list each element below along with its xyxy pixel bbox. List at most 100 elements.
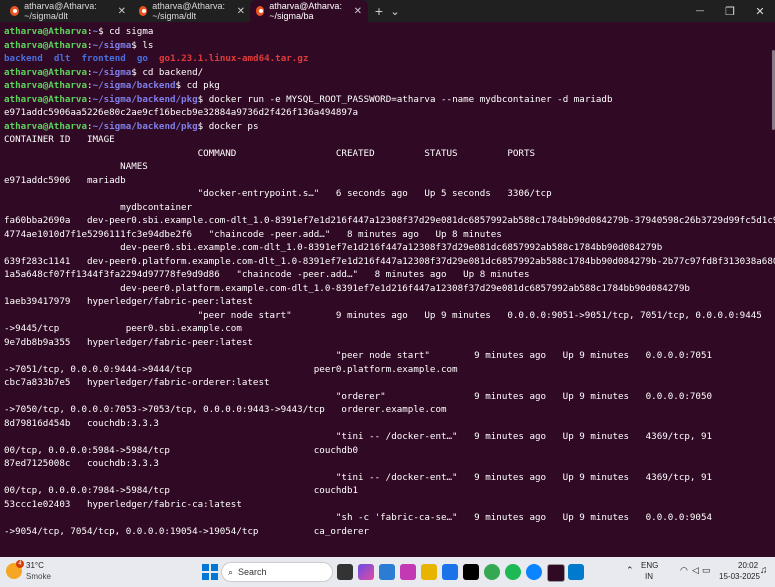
terminal-text-segment: frontend [81, 53, 126, 64]
terminal-line: 00/tcp, 0.0.0.0:7984->5984/tcp couchdb1 [4, 485, 358, 496]
maximize-button[interactable]: ❐ [716, 0, 744, 22]
terminal-line: atharva@Atharva:~/sigma/backend/pkg$ doc… [4, 94, 613, 105]
terminal-text-segment: 4774ae1010d7f1e5296111fc3e94dbe2f6 "chai… [4, 228, 502, 240]
weather-desc[interactable]: Smoke [26, 572, 51, 581]
ubuntu-icon [139, 6, 148, 16]
terminal-text-segment: ~/sigma [92, 66, 132, 78]
terminal-line: ->9445/tcp peer0.sbi.example.com [4, 323, 242, 334]
wifi-icon[interactable]: ◠ [680, 565, 688, 576]
close-window-button[interactable]: ✕ [746, 0, 774, 22]
search-icon: ⌕ [228, 566, 234, 577]
task-view-icon[interactable] [337, 564, 353, 580]
terminal-text-segment: 1a5a648cf07ff1344f3fa2294d97778fe9d9d86 … [4, 269, 530, 280]
terminal-text-segment: atharva@Atharva [4, 66, 87, 78]
terminal-line: CONTAINER ID IMAGE [4, 134, 115, 145]
terminal-text-segment: "peer node start" 9 minutes ago Up 9 min… [4, 350, 713, 361]
chrome-icon[interactable] [484, 564, 500, 580]
terminal-text-segment: e971addc5906 mariadb [4, 174, 126, 186]
terminal-text-segment: atharva@Atharva [4, 120, 87, 132]
tab-1-close-icon[interactable]: ✕ [118, 6, 126, 17]
terminal-text-segment: ->9054/tcp, 7054/tcp, 0.0.0.0:19054->190… [4, 525, 370, 537]
terminal-line: ->9054/tcp, 7054/tcp, 0.0.0.0:19054->190… [4, 526, 369, 537]
weather-badge: 4 [16, 560, 24, 568]
terminal-line: COMMAND CREATED STATUS PORTS [4, 148, 535, 159]
clock-time[interactable]: 20:02 [738, 561, 758, 570]
terminal-text-segment: 639f283c1141 dev-peer0.platform.example.… [4, 255, 775, 267]
store-icon[interactable] [442, 564, 458, 580]
spotify-icon[interactable] [505, 564, 521, 580]
terminal-text-segment: $ docker run -e MYSQL_ROOT_PASSWORD=atha… [197, 93, 613, 105]
terminal-text-segment: "tini -- /docker-ent…" 9 minutes ago Up … [4, 471, 713, 483]
terminal-line: fa60bba2690a dev-peer0.sbi.example.com-d… [4, 215, 775, 226]
windows-start-icon[interactable] [202, 564, 218, 580]
terminal-line: NAMES [4, 161, 148, 172]
terminal-text-segment: COMMAND CREATED STATUS PORTS [4, 147, 536, 159]
language-line-1[interactable]: ENG [641, 561, 658, 570]
clock-date[interactable]: 15-03-2025 [719, 572, 760, 581]
terminal-text-segment: atharva@Atharva [4, 93, 87, 105]
terminal-text-segment: ->7051/tcp, 0.0.0.0:9444->9444/tcp peer0… [4, 363, 458, 375]
tab-dropdown-icon[interactable]: ⌄ [388, 0, 402, 22]
terminal-line: 9e7db8b9a355 hyperledger/fabric-peer:lat… [4, 337, 253, 348]
terminal-text-segment: e971addc5906aa5226e80c2ae9cf16becb9e3288… [4, 107, 359, 118]
terminal-text-segment: mydbcontainer [4, 201, 193, 213]
weather-temp[interactable]: 31°C [26, 561, 44, 570]
terminal-line: e971addc5906 mariadb [4, 175, 126, 186]
tab-2[interactable]: atharva@Atharva: ~/sigma/dlt ✕ [133, 0, 251, 22]
terminal-text-segment: $ cd backend/ [131, 66, 204, 78]
tab-1[interactable]: atharva@Atharva: ~/sigma/dlt ✕ [4, 0, 132, 22]
terminal-text-segment: atharva@Atharva [4, 80, 87, 91]
new-tab-button[interactable]: + [372, 0, 386, 22]
terminal-output[interactable]: atharva@Atharva:~$ cd sigma atharva@Athar… [0, 22, 775, 557]
notification-bell-icon[interactable]: ♫ [760, 565, 768, 576]
terminal-text-segment: cbc7a833b7e5 hyperledger/fabric-orderer:… [4, 377, 270, 388]
edge-icon[interactable] [379, 564, 395, 580]
ubuntu-icon [256, 6, 265, 16]
terminal-line: ->7051/tcp, 0.0.0.0:9444->9444/tcp peer0… [4, 364, 458, 375]
chevron-up-icon[interactable]: ⌃ [626, 565, 634, 576]
terminal-text-segment: 8d79816d454b couchdb:3.3.3 [4, 417, 159, 429]
terminal-text-segment: atharva@Atharva [4, 39, 87, 51]
app-icon[interactable] [526, 564, 542, 580]
volume-icon[interactable]: ◁ [692, 565, 699, 576]
teams-icon[interactable] [400, 564, 416, 580]
terminal-text-segment: dlt [53, 53, 71, 64]
minimize-button[interactable]: — [686, 0, 714, 22]
terminal-text-segment: ->9445/tcp peer0.sbi.example.com [4, 323, 242, 334]
terminal-line: "tini -- /docker-ent…" 9 minutes ago Up … [4, 472, 712, 483]
vscode-icon[interactable] [568, 564, 584, 580]
terminal-text-segment: backend [4, 53, 43, 64]
terminal-text-segment: fa60bba2690a dev-peer0.sbi.example.com-d… [4, 215, 775, 226]
terminal-line: 639f283c1141 dev-peer0.platform.example.… [4, 256, 775, 267]
terminal-line: "peer node start" 9 minutes ago Up 9 min… [4, 310, 762, 321]
terminal-line: atharva@Atharva:~/sigma$ ls [4, 40, 153, 51]
terminal-line: 00/tcp, 0.0.0.0:5984->5984/tcp couchdb0 [4, 445, 358, 456]
terminal-line: mydbcontainer [4, 202, 192, 213]
terminal-text-segment: $ cd sigma [98, 26, 154, 37]
terminal-text-segment: ~/sigma/backend/pkg [92, 120, 198, 132]
tab-3-active[interactable]: atharva@Atharva: ~/sigma/ba ✕ [250, 0, 368, 22]
battery-icon[interactable]: ▭ [702, 565, 711, 576]
terminal-text-segment: $ ls [131, 39, 154, 51]
terminal-text-segment: dev-peer0.sbi.example.com-dlt_1.0-8391ef… [4, 242, 663, 253]
terminal-text-segment: 1aeb39417979 hyperledger/fabric-peer:lat… [4, 296, 253, 307]
tab-2-close-icon[interactable]: ✕ [237, 6, 245, 17]
terminal-line: 8d79816d454b couchdb:3.3.3 [4, 418, 159, 429]
copilot-icon[interactable] [358, 564, 374, 580]
terminal-line: "orderer" 9 minutes ago Up 9 minutes 0.0… [4, 391, 712, 402]
terminal-text-segment: go1.23.1.linux-amd64.tar.gz [159, 53, 309, 64]
taskbar-search-input[interactable]: ⌕ Search [221, 562, 333, 582]
file-explorer-icon[interactable] [421, 564, 437, 580]
terminal-text-segment: ~/sigma/backend [92, 80, 176, 91]
tab-3-close-icon[interactable]: ✕ [354, 6, 362, 17]
tab-1-title: atharva@Atharva: ~/sigma/dlt [24, 1, 97, 21]
terminal-line: "sh -c 'fabric-ca-se…" 9 minutes ago Up … [4, 512, 712, 523]
terminal-line: e971addc5906aa5226e80c2ae9cf16becb9e3288… [4, 107, 358, 118]
terminal-text-segment: 00/tcp, 0.0.0.0:5984->5984/tcp couchdb0 [4, 444, 359, 456]
language-line-2[interactable]: IN [645, 572, 653, 581]
terminal-icon[interactable] [547, 564, 565, 582]
dell-icon[interactable] [463, 564, 479, 580]
